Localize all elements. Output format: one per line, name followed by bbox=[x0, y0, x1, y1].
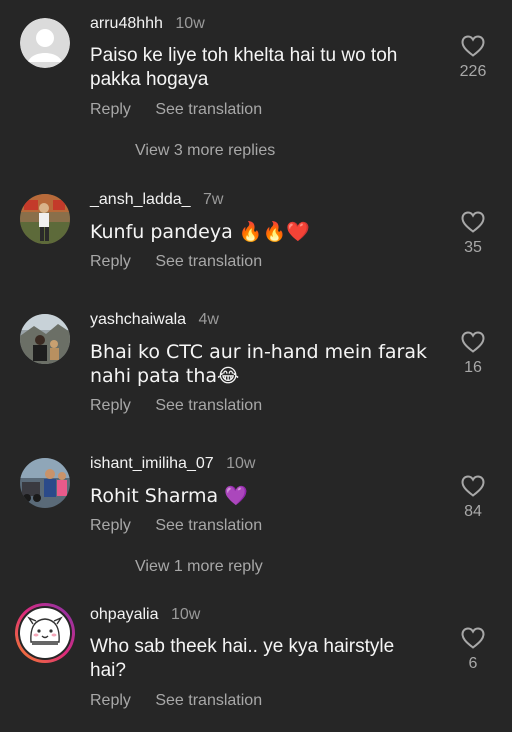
comment-text: Rohit Sharma 💜 bbox=[90, 485, 248, 507]
like-count: 35 bbox=[464, 239, 482, 256]
comment-time: 10w bbox=[226, 455, 256, 472]
like-control: 35 bbox=[452, 211, 494, 257]
comment-text: Paiso ke liye toh khelta hai tu wo toh p… bbox=[90, 45, 398, 90]
comment-actions: Reply See translation bbox=[90, 253, 262, 271]
comment-text: Who sab theek hai.. ye kya hairstyle hai… bbox=[90, 636, 395, 681]
like-count: 84 bbox=[464, 503, 482, 520]
heart-icon[interactable] bbox=[461, 211, 485, 233]
see-translation-button[interactable]: See translation bbox=[155, 397, 262, 414]
comment-meta: ishant_imiliha_07 10w bbox=[90, 455, 255, 473]
username[interactable]: yashchaiwala bbox=[90, 311, 186, 328]
comment-actions: Reply See translation bbox=[90, 692, 262, 710]
reply-button[interactable]: Reply bbox=[90, 692, 131, 709]
photo-avatar bbox=[20, 314, 70, 364]
see-translation-button[interactable]: See translation bbox=[155, 253, 262, 270]
like-count: 226 bbox=[459, 63, 487, 80]
comment-actions: Reply See translation bbox=[90, 101, 262, 119]
username[interactable]: ohpayalia bbox=[90, 606, 159, 623]
cartoon-avatar-with-story-ring bbox=[15, 603, 75, 663]
see-translation-button[interactable]: See translation bbox=[155, 101, 262, 118]
heart-icon[interactable] bbox=[461, 627, 485, 649]
comment-time: 4w bbox=[198, 311, 219, 328]
avatar[interactable] bbox=[20, 314, 70, 364]
heart-icon[interactable] bbox=[461, 475, 485, 497]
reply-button[interactable]: Reply bbox=[90, 517, 131, 534]
comment-text: Kunfu pandeya 🔥🔥❤️ bbox=[90, 221, 310, 243]
photo-avatar bbox=[20, 458, 70, 508]
reply-button[interactable]: Reply bbox=[90, 397, 131, 414]
like-control: 6 bbox=[452, 627, 494, 673]
heart-icon[interactable] bbox=[461, 331, 485, 353]
comment-actions: Reply See translation bbox=[90, 517, 262, 535]
comment-time: 10w bbox=[170, 606, 201, 623]
username[interactable]: ishant_imiliha_07 bbox=[90, 455, 214, 472]
username[interactable]: _ansh_ladda_ bbox=[90, 191, 191, 208]
comment-meta: _ansh_ladda_ 7w bbox=[90, 191, 223, 209]
avatar[interactable] bbox=[14, 602, 76, 664]
reply-button[interactable]: Reply bbox=[90, 101, 131, 118]
comment-time: 7w bbox=[203, 191, 224, 208]
photo-avatar bbox=[20, 194, 70, 244]
avatar[interactable] bbox=[20, 194, 70, 244]
view-more-replies-button[interactable]: View 3 more replies bbox=[135, 142, 275, 160]
comment-meta: ohpayalia 10w bbox=[90, 606, 200, 624]
see-translation-button[interactable]: See translation bbox=[155, 692, 262, 709]
comment-text: Bhai ko CTC aur in-hand mein farak nahi … bbox=[90, 341, 427, 387]
reply-button[interactable]: Reply bbox=[90, 253, 131, 270]
default-avatar-icon bbox=[20, 18, 70, 68]
comment-actions: Reply See translation bbox=[90, 397, 262, 415]
like-control: 16 bbox=[452, 331, 494, 377]
comment-time: 10w bbox=[175, 15, 205, 32]
comment-meta: yashchaiwala 4w bbox=[90, 311, 219, 329]
view-more-replies-button[interactable]: View 1 more reply bbox=[135, 558, 263, 576]
like-control: 226 bbox=[452, 35, 494, 81]
like-count: 16 bbox=[464, 359, 482, 376]
avatar[interactable] bbox=[20, 18, 70, 68]
like-control: 84 bbox=[452, 475, 494, 521]
comment-meta: arru48hhh 10w bbox=[90, 15, 205, 33]
avatar[interactable] bbox=[20, 458, 70, 508]
heart-icon[interactable] bbox=[461, 35, 485, 57]
see-translation-button[interactable]: See translation bbox=[155, 517, 262, 534]
username[interactable]: arru48hhh bbox=[90, 15, 163, 32]
like-count: 6 bbox=[468, 655, 478, 672]
